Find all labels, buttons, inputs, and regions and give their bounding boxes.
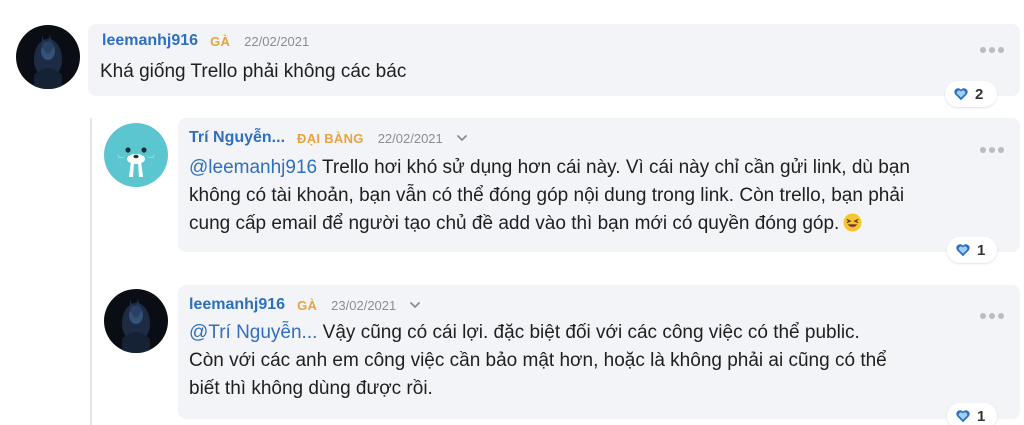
reaction-badge[interactable]: 1 [947,237,997,263]
comment-bubble: Trí Nguyễn... ĐẠI BÀNG 22/02/2021 @leema… [178,118,1020,252]
username[interactable]: leemanhj916 [189,296,285,314]
comment-meta: Trí Nguyễn... ĐẠI BÀNG 22/02/2021 [189,129,469,147]
comment-text: @leemanhj916 Trello hơi khó sử dụng hơn … [189,154,910,238]
comment-text: @Trí Nguyễn... Vậy cũng có cái lợi. đặc … [189,319,887,403]
reaction-badge[interactable]: 2 [945,81,997,107]
comment-thread: leemanhj916 GÀ 22/02/2021 Khá giống Trel… [0,0,1024,425]
comment-bubble: leemanhj916 GÀ 22/02/2021 Khá giống Trel… [88,24,1020,96]
avatar[interactable] [104,289,168,353]
avatar[interactable] [16,25,80,89]
reaction-count: 1 [977,241,986,259]
rank-badge: GÀ [297,297,318,313]
laughing-emoji-icon [843,213,862,232]
chevron-down-icon[interactable] [455,131,469,145]
comment-date[interactable]: 22/02/2021 [378,131,443,146]
heart-icon [956,244,970,257]
mention-link[interactable]: @Trí Nguyễn... [189,322,317,343]
heart-icon [956,410,970,423]
avatar[interactable] [104,123,168,187]
comment-date[interactable]: 23/02/2021 [331,298,396,313]
walrus-avatar-icon [104,123,168,187]
comment-line: biết thì không dùng được rồi. [189,378,433,399]
comment-line: Còn với các anh em công việc cần bảo mật… [189,350,887,371]
chevron-down-icon[interactable] [408,298,422,312]
rank-badge: GÀ [210,33,231,49]
more-options-icon[interactable] [980,46,1004,54]
comment-line: cung cấp email để người tạo chủ đề add v… [189,210,910,238]
more-options-icon[interactable] [980,146,1004,154]
heart-icon [954,88,968,101]
comment-line: @Trí Nguyễn... Vậy cũng có cái lợi. đặc … [189,322,860,343]
comment-line: @leemanhj916 Trello hơi khó sử dụng hơn … [189,157,910,178]
comment-date[interactable]: 22/02/2021 [244,34,309,49]
dark-portrait-avatar-icon [104,289,168,353]
username[interactable]: Trí Nguyễn... [189,129,285,147]
thread-connector [90,118,92,425]
dark-portrait-avatar-icon [16,25,80,89]
comment-meta: leemanhj916 GÀ 23/02/2021 [189,296,422,314]
reaction-count: 1 [977,407,986,425]
username[interactable]: leemanhj916 [102,32,198,50]
comment-line: không có tài khoản, bạn vẫn có thể đóng … [189,185,905,206]
mention-link[interactable]: @leemanhj916 [189,157,317,178]
rank-badge: ĐẠI BÀNG [297,130,364,146]
comment-text: Khá giống Trello phải không các bác [100,61,407,82]
comment-bubble: leemanhj916 GÀ 23/02/2021 @Trí Nguyễn...… [178,285,1020,419]
reaction-badge[interactable]: 1 [947,403,997,425]
reaction-count: 2 [975,85,984,103]
comment-meta: leemanhj916 GÀ 22/02/2021 [102,32,309,50]
more-options-icon[interactable] [980,312,1004,320]
